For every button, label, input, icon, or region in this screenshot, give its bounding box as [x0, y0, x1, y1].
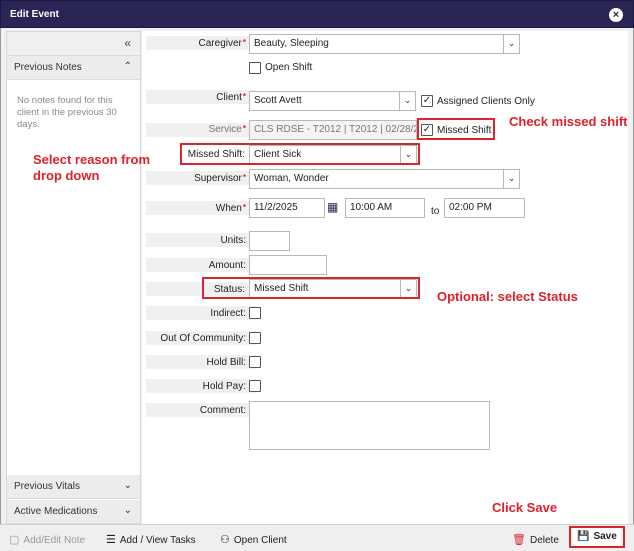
active-medications-label: Active Medications [14, 506, 98, 517]
sidebar-collapse-bar[interactable]: « [7, 32, 140, 56]
client-label: Client* [216, 92, 246, 103]
annotation-select-reason: Select reason from drop down [33, 152, 151, 183]
add-edit-note-button[interactable]: ▢ Add/Edit Note [9, 533, 85, 546]
delete-button[interactable]: 🗑 Delete [512, 533, 559, 546]
annotation-click-save: Click Save [492, 500, 558, 515]
amount-label: Amount: [208, 260, 246, 271]
add-view-tasks-button[interactable]: ☰ Add / View Tasks [106, 533, 196, 546]
caregiver-label: Caregiver* [198, 38, 246, 49]
status-highlight [202, 277, 420, 299]
previous-vitals-label: Previous Vitals [14, 481, 80, 492]
hold-bill-checkbox[interactable] [249, 356, 261, 368]
chevron-down-icon[interactable]: ⌄ [399, 92, 415, 110]
chevron-down-icon[interactable]: ⌄ [124, 505, 132, 516]
task-list-icon: ☰ [106, 534, 116, 546]
assigned-clients-only-checkbox[interactable]: ✓ [421, 95, 433, 107]
note-icon: ▢ [9, 534, 20, 546]
save-highlight [569, 526, 625, 548]
annotation-check-missed-shift: Check missed shift [509, 114, 628, 129]
close-icon[interactable]: × [609, 8, 623, 22]
comment-textarea[interactable] [249, 401, 490, 450]
chevron-down-icon[interactable]: ⌄ [503, 170, 519, 188]
start-time-input[interactable]: 10:00 AM [345, 198, 425, 218]
missed-shift-reason-highlight [180, 143, 420, 165]
units-label: Units: [220, 235, 246, 246]
missed-shift-highlight [417, 118, 495, 140]
client-select[interactable]: Scott Avett ⌄ [249, 91, 416, 111]
sidebar: « Previous Notes ⌃ No notes found for th… [6, 31, 141, 524]
indirect-checkbox[interactable] [249, 307, 261, 319]
previous-notes-label: Previous Notes [14, 62, 82, 73]
double-chevron-left-icon[interactable]: « [124, 36, 131, 50]
chevron-down-icon[interactable]: ⌄ [124, 480, 132, 491]
chevron-up-icon[interactable]: ⌃ [124, 61, 132, 72]
open-client-button[interactable]: ⚇ Open Client [220, 533, 287, 546]
comment-label: Comment: [199, 405, 246, 416]
active-medications-header[interactable]: Active Medications ⌄ [7, 500, 140, 524]
service-select: CLS RDSE - T2012 | T2012 | 02/28/2025 - … [249, 120, 417, 140]
window-titlebar: Edit Event × [0, 0, 634, 28]
open-shift-label: Open Shift [265, 62, 313, 73]
units-input[interactable] [249, 231, 290, 251]
open-shift-checkbox[interactable] [249, 62, 261, 74]
assigned-clients-only-label: Assigned Clients Only [437, 96, 535, 107]
chevron-down-icon[interactable]: ⌄ [503, 35, 519, 53]
annotation-optional-status: Optional: select Status [437, 289, 578, 304]
previous-notes-panel: No notes found for this client in the pr… [7, 87, 140, 483]
out-of-community-label: Out Of Community: [160, 333, 246, 344]
caregiver-select[interactable]: Beauty, Sleeping ⌄ [249, 34, 520, 54]
when-date-input[interactable]: 11/2/2025 [249, 198, 325, 218]
time-range-separator: to [431, 206, 440, 217]
hold-pay-checkbox[interactable] [249, 380, 261, 392]
previous-notes-empty-text: No notes found for this client in the pr… [17, 95, 117, 130]
trash-icon: 🗑 [512, 534, 526, 546]
previous-notes-header[interactable]: Previous Notes ⌃ [7, 56, 140, 80]
dialog-footer: ▢ Add/Edit Note ☰ Add / View Tasks ⚇ Open C… [0, 524, 634, 551]
when-label: When* [215, 203, 246, 214]
supervisor-select[interactable]: Woman, Wonder ⌄ [249, 169, 520, 189]
out-of-community-checkbox[interactable] [249, 332, 261, 344]
hold-bill-label: Hold Bill: [206, 357, 246, 368]
calendar-icon[interactable]: ▦ [327, 200, 338, 214]
client-card-icon: ⚇ [220, 534, 230, 546]
previous-vitals-header[interactable]: Previous Vitals ⌄ [7, 475, 140, 499]
window-title: Edit Event [10, 9, 59, 20]
amount-input[interactable] [249, 255, 327, 275]
end-time-input[interactable]: 02:00 PM [444, 198, 525, 218]
hold-pay-label: Hold Pay: [202, 381, 246, 392]
indirect-label: Indirect: [210, 308, 246, 319]
service-label: Service* [208, 124, 246, 135]
